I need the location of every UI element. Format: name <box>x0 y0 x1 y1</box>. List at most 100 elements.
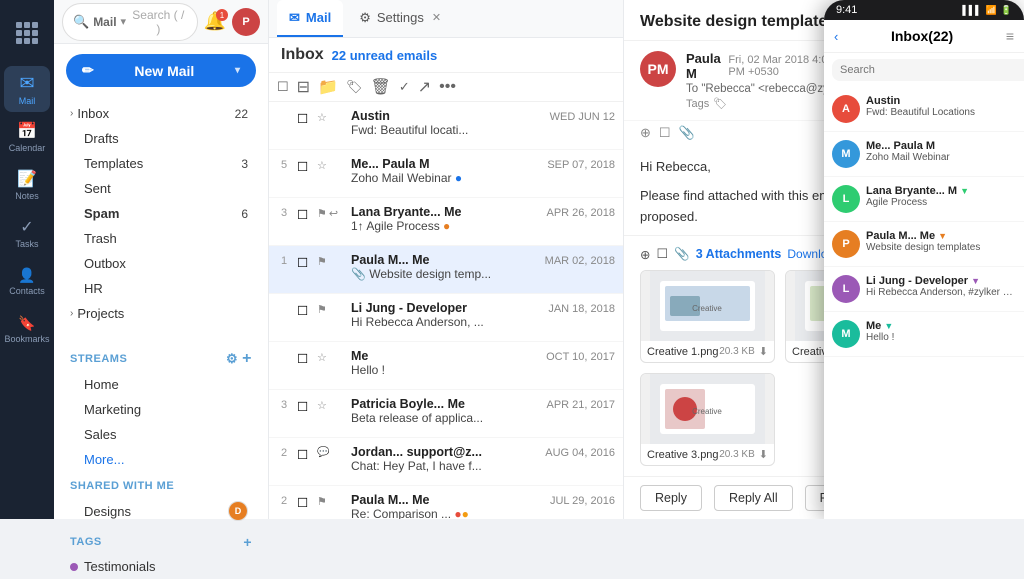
tasks-icon: ✓ <box>20 217 33 237</box>
mobile-avatar: M <box>832 140 860 168</box>
email-row[interactable]: ☐ ☆ Austin Fwd: Beautiful locati... WED … <box>269 102 623 150</box>
filter-icon[interactable]: ⊟ <box>297 77 310 97</box>
email-row-active[interactable]: 1 ☐ ⚑ Paula M... Me 📎 Website design tem… <box>269 246 623 294</box>
reply-button[interactable]: Reply <box>640 485 702 511</box>
reply-all-button[interactable]: Reply All <box>714 485 793 511</box>
mobile-time: 9:41 <box>836 4 857 16</box>
email-row[interactable]: 5 ☐ ☆ Me... Paula M Zoho Mail Webinar ● … <box>269 150 623 198</box>
sidebar-item-sales[interactable]: Sales <box>54 422 260 447</box>
sidebar-item-sent[interactable]: Sent <box>54 176 260 201</box>
attachment-card[interactable]: Creative Creative 1.png 20.3 KB ⬇ <box>640 270 775 363</box>
user-avatar[interactable]: P <box>232 8 260 36</box>
flag-icon: ⚑ <box>317 255 327 268</box>
add-tag-icon[interactable]: + <box>243 534 252 550</box>
att-download-icon[interactable]: ⬇ <box>759 448 768 461</box>
notification-btn[interactable]: 🔔 1 <box>204 11 226 32</box>
contacts-icon-btn[interactable]: 👤 Contacts <box>4 258 50 304</box>
sidebar-item-spam[interactable]: Spam 6 <box>54 201 260 226</box>
tag-add-icon[interactable]: 🏷 <box>713 97 727 110</box>
mobile-email-item[interactable]: P Paula M... Me ▼ Website design templat… <box>824 222 1024 267</box>
sidebar-item-hr[interactable]: HR <box>54 276 260 301</box>
attachment-card[interactable]: Creative Creative 3.png 20.3 KB ⬇ <box>640 373 775 466</box>
new-mail-button[interactable]: ✏ New Mail ▾ <box>66 54 256 87</box>
notes-icon-btn[interactable]: 📝 Notes <box>4 162 50 208</box>
attachment-thumb: Creative <box>641 374 774 444</box>
search-bar[interactable]: 🔍 Mail ▾ Search ( / ) <box>62 3 198 41</box>
sidebar-item-marketing[interactable]: Marketing <box>54 397 260 422</box>
att-checkbox[interactable]: ☐ <box>656 246 668 262</box>
sidebar-item-home[interactable]: Home <box>54 372 260 397</box>
select-all-checkbox[interactable]: ☐ <box>277 79 289 95</box>
mobile-email-item[interactable]: M Me... Paula M Zoho Mail Webinar <box>824 132 1024 177</box>
email-row[interactable]: 3 ☐ ☆ Patricia Boyle... Me Beta release … <box>269 390 623 438</box>
email-row[interactable]: 2 ☐ ⚑ Paula M... Me Re: Comparison ... ●… <box>269 486 623 519</box>
calendar-icon-btn[interactable]: 📅 Calendar <box>4 114 50 160</box>
tag-icon[interactable]: 🏷 <box>346 79 363 95</box>
settings-tab-icon: ⚙ <box>359 10 371 26</box>
delete-icon[interactable]: 🗑 <box>371 77 391 97</box>
tab-mail[interactable]: ✉ Mail <box>277 0 343 37</box>
sidebar-item-designs[interactable]: Designs D <box>54 496 260 526</box>
checkbox-icon[interactable]: ☐ <box>659 125 671 141</box>
forward-icon[interactable]: ↗ <box>418 77 431 97</box>
calendar-icon: 📅 <box>17 121 37 141</box>
mobile-email-item[interactable]: L Li Jung - Developer ▼ Hi Rebecca Ander… <box>824 267 1024 312</box>
att-download-icon[interactable]: ⬇ <box>759 345 768 358</box>
sidebar-item-templates[interactable]: Templates 3 <box>54 151 260 176</box>
mobile-avatar: L <box>832 275 860 303</box>
att-count: 3 Attachments <box>696 247 782 261</box>
sidebar-item-inbox[interactable]: › Inbox 22 <box>54 101 260 126</box>
email-row[interactable]: 2 ☐ 💬 Jordan... support@z... Chat: Hey P… <box>269 438 623 486</box>
spam-count: 6 <box>241 207 248 221</box>
folder-icon[interactable]: 📁 <box>318 77 338 97</box>
mobile-email-item[interactable]: L Lana Bryante... M ▼ Agile Process <box>824 177 1024 222</box>
sidebar-item-trash[interactable]: Trash <box>54 226 260 251</box>
mobile-sort-icon[interactable]: ≡ <box>1006 28 1014 44</box>
sidebar-item-outbox[interactable]: Outbox <box>54 251 260 276</box>
mobile-inbox-title: Inbox(22) <box>844 28 999 44</box>
attachment-info: Creative 3.png 20.3 KB ⬇ <box>641 444 774 465</box>
mobile-avatar: L <box>832 185 860 213</box>
email-row[interactable]: ☐ ⚑ Li Jung - Developer Hi Rebecca Ander… <box>269 294 623 342</box>
sidebar-item-more[interactable]: More... <box>54 447 260 472</box>
bookmarks-label: Bookmarks <box>4 334 49 344</box>
mail-icon-btn[interactable]: ✉ Mail <box>4 66 50 112</box>
mobile-search-input[interactable] <box>832 59 1024 81</box>
mobile-avatar: A <box>832 95 860 123</box>
att-icon: 📎 <box>674 247 690 262</box>
sidebar-item-drafts[interactable]: Drafts <box>54 126 260 151</box>
more-options-icon[interactable]: ••• <box>439 78 456 96</box>
expand-att-icon[interactable]: ⊕ <box>640 247 650 262</box>
expand-thread-icon[interactable]: ⊕ <box>640 125 651 141</box>
streams-settings-icon[interactable]: ⚙ <box>226 351 238 367</box>
mobile-email-content: Li Jung - Developer ▼ Hi Rebecca Anderso… <box>866 275 1016 298</box>
mobile-back-btn[interactable]: ‹ <box>834 29 838 44</box>
sent-label: Sent <box>70 181 248 196</box>
apps-icon-btn[interactable] <box>4 10 50 56</box>
unread-count: 22 unread emails <box>332 48 438 63</box>
email-row[interactable]: ☐ ☆ Me Hello ! OCT 10, 2017 <box>269 342 623 390</box>
flag-icon: ⚑ <box>317 495 327 508</box>
streams-section-header: STREAMS ⚙ + <box>54 342 268 372</box>
sales-label: Sales <box>70 427 248 442</box>
att-size: 20.3 KB <box>719 346 755 357</box>
email-row[interactable]: 3 ☐ ⚑↩ Lana Bryante... Me 1↑ Agile Proce… <box>269 198 623 246</box>
sidebar-item-testimonials[interactable]: Testimonials <box>54 554 260 579</box>
mobile-email-item[interactable]: A Austin Fwd: Beautiful Locations <box>824 87 1024 132</box>
svg-text:Creative: Creative <box>692 407 722 416</box>
tasks-icon-btn[interactable]: ✓ Tasks <box>4 210 50 256</box>
mobile-email-content: Me... Paula M Zoho Mail Webinar <box>866 140 1016 163</box>
streams-add-icon[interactable]: + <box>242 350 252 368</box>
tab-settings-label: Settings <box>377 10 424 25</box>
attachment-action-icon[interactable]: 📎 <box>679 125 695 141</box>
sender-name: Paula M <box>686 51 722 81</box>
sidebar-item-projects[interactable]: › Projects <box>54 301 260 326</box>
search-placeholder-text: Search ( / ) <box>130 8 187 36</box>
close-settings-tab-icon[interactable]: ✕ <box>432 11 441 24</box>
mobile-email-item[interactable]: M Me ▼ Hello ! <box>824 312 1024 357</box>
mobile-avatar: P <box>832 230 860 258</box>
tab-settings[interactable]: ⚙ Settings ✕ <box>347 0 453 37</box>
bookmarks-icon-btn[interactable]: 🔖 Bookmarks <box>4 306 50 352</box>
mark-icon[interactable]: ✓ <box>399 79 410 95</box>
email-subject: Website design templates <box>640 13 836 31</box>
